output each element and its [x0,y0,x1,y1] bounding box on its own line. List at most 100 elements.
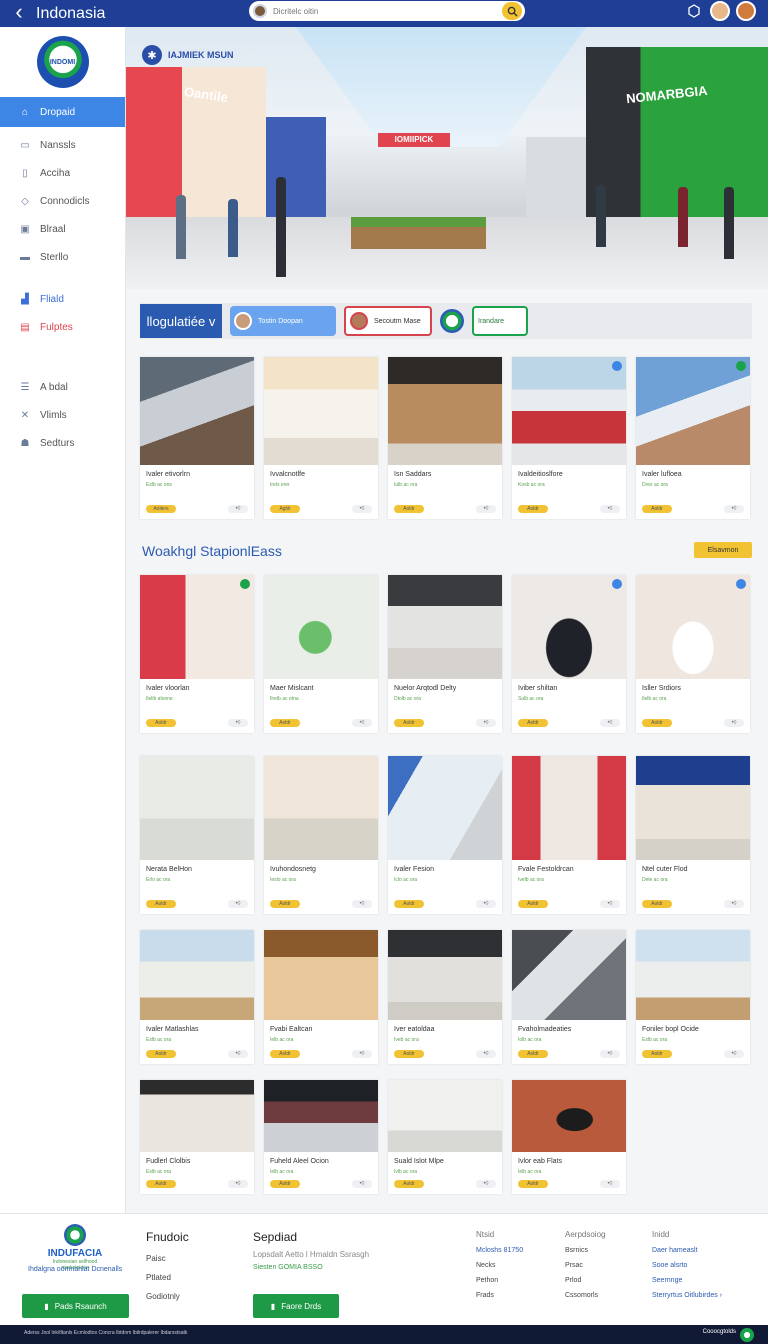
card-action-icon[interactable]: •◊ [352,900,372,908]
sidebar-item-label: Dropaid [40,106,76,118]
card-action-icon[interactable]: •◊ [600,900,620,908]
search-bar[interactable] [249,1,525,21]
card-action-icon[interactable]: •◊ [352,1050,372,1058]
store-card[interactable]: Fvaholmadeaties Iolb ac ora Aoldr •◊ [512,930,626,1064]
sidebar-item-fliald[interactable]: ▟ Fliald [0,285,125,313]
section-action-button[interactable]: Elsavmon [694,542,752,558]
sidebar-item-blraal[interactable]: ▣ Blraal [0,215,125,243]
store-card[interactable]: Fvabi Ealtcan Ielb ac ora Aoldr •◊ [264,930,378,1064]
card-action-icon[interactable]: •◊ [724,505,744,513]
brand-logo-chip[interactable] [440,309,464,333]
store-image [388,756,502,860]
store-card[interactable]: Fuheld Aleel Ocion Ielb ac ora Aoldr •◊ [264,1080,378,1194]
store-card[interactable]: Ivaler Fesion Iclo ac ora Aoldr •◊ [388,756,502,914]
footer-link[interactable]: Pethon [476,1277,523,1284]
store-card[interactable]: Ivaler vloorlan Ilelib aloone Aoldr •◊ [140,575,254,733]
filter-chip-red[interactable]: Secoutm Mase [344,306,432,336]
store-card[interactable]: Foniler bopl Ocide Eslb ac ora Aoldr •◊ [636,930,750,1064]
footer-link[interactable]: Godiotnly [146,1292,189,1301]
bottom-links[interactable]: Aderss Jool lnk/tltanls Ecmlodtos Concra… [24,1330,187,1336]
card-action-icon[interactable]: •◊ [352,719,372,727]
back-arrow-icon[interactable]: ‹ [8,0,30,27]
store-card[interactable]: Isn Saddars Iulb ac ora Aoldr •◊ [388,357,502,519]
card-action-icon[interactable]: •◊ [228,1180,248,1188]
search-icon[interactable] [502,2,522,20]
store-card[interactable]: Ivuhondosnetg Ieslo ac ora Aoldr •◊ [264,756,378,914]
card-action-icon[interactable]: •◊ [600,1180,620,1188]
store-card[interactable]: Fudlerl Clolbis Eslb ac ora Aoldr •◊ [140,1080,254,1194]
filter-chip-green[interactable]: Irandare [472,306,528,336]
footer-link[interactable]: Prsac [565,1262,605,1269]
footer-link[interactable]: Necks [476,1262,523,1269]
hero-banner[interactable]: IOMIIPICK Oantile NOMARBGIA ✱ IAJMIEK MS… [126,27,768,289]
sidebar-item-fulptes[interactable]: ▤ Fulptes [0,313,125,341]
card-action-icon[interactable]: •◊ [476,719,496,727]
footer-primary-button[interactable]: ▮ Pads Rsaunch [22,1294,129,1318]
sidebar-item-dropaid[interactable]: ⌂ Dropaid [0,97,125,127]
card-tag: Aoliers [146,505,176,513]
card-action-icon[interactable]: •◊ [600,719,620,727]
card-tag: Aoldr [642,900,672,908]
footer-link[interactable]: Cssomorls [565,1292,605,1299]
sidebar-item-vlimls[interactable]: ✕ Vlimls [0,401,125,429]
store-card[interactable]: Isller Srdiors Ilelb ac ora Aoldr •◊ [636,575,750,733]
store-card[interactable]: Iviber shiltan Sulb ac ora Aoldr •◊ [512,575,626,733]
card-action-icon[interactable]: •◊ [228,719,248,727]
settings-icon[interactable] [684,1,704,21]
category-dropdown[interactable]: llogulatiée v [140,304,222,338]
brand-logo-icon[interactable] [740,1328,754,1342]
card-action-icon[interactable]: •◊ [600,505,620,513]
card-title: Ivaler vloorlan [146,685,190,692]
card-action-icon[interactable]: •◊ [228,900,248,908]
footer-link[interactable]: Sooe alsrto [652,1262,722,1269]
card-action-icon[interactable]: •◊ [352,505,372,513]
card-tag: Aoldr [146,719,176,727]
footer-link[interactable]: Bsrnics [565,1247,605,1254]
card-action-icon[interactable]: •◊ [600,1050,620,1058]
search-input[interactable] [273,6,473,16]
profile-avatar[interactable] [736,1,756,21]
sidebar-item-nanssls[interactable]: ▭ Nanssls [0,131,125,159]
filter-chip-blue[interactable]: Tostin Doopan [230,306,336,336]
store-card[interactable]: Maer Mislcant Ilrelb ac otna Aoldr •◊ [264,575,378,733]
store-card[interactable]: Nerata BelHon Erlo ac ora Aoldr •◊ [140,756,254,914]
sidebar-item-sedturs[interactable]: ☗ Sedturs [0,429,125,457]
sidebar-item-connodicls[interactable]: ◇ Connodicls [0,187,125,215]
card-action-icon[interactable]: •◊ [724,719,744,727]
store-card[interactable]: Iver eatoldaa Iveb ac ora Aoldr •◊ [388,930,502,1064]
card-action-icon[interactable]: •◊ [228,505,248,513]
card-action-icon[interactable]: •◊ [476,505,496,513]
footer-link[interactable]: Mcloshs 81750 [476,1247,523,1254]
store-card[interactable]: Ivlor eab Flats Ielb ac ora Aoldr •◊ [512,1080,626,1194]
footer-link[interactable]: Frads [476,1292,523,1299]
brand-logo[interactable]: INDOMI [36,36,89,88]
sidebar-item-sterllo[interactable]: ▬ Sterllo [0,243,125,271]
footer-logo[interactable]: INDUFACIA Indonesian sellhood marketplac… [40,1224,110,1271]
footer-link[interactable]: Seernnge [652,1277,722,1284]
sidebar-item-abdal[interactable]: ☰ A bdal [0,373,125,401]
card-action-icon[interactable]: •◊ [476,1180,496,1188]
store-card[interactable]: Fvale Festoldrcan Ivelb ac ora Aoldr •◊ [512,756,626,914]
store-card[interactable]: Ntel cuter Flod Dele ac ora Aoldr •◊ [636,756,750,914]
footer-link[interactable]: Prlod [565,1277,605,1284]
card-action-icon[interactable]: •◊ [724,900,744,908]
store-card[interactable]: Ivaler lufloea Dres ac ora Aoldr •◊ [636,357,750,519]
footer-link[interactable]: Daer hameaslt [652,1247,722,1254]
card-action-icon[interactable]: •◊ [352,1180,372,1188]
sidebar-item-acciha[interactable]: ▯ Acciha [0,159,125,187]
avatar[interactable] [710,1,730,21]
card-action-icon[interactable]: •◊ [476,900,496,908]
store-card[interactable]: Nuelor Arqtodl Delty Dtolb ac ora Aoldr •◊ [388,575,502,733]
card-action-icon[interactable]: •◊ [228,1050,248,1058]
footer-link[interactable]: Paisc [146,1254,189,1263]
card-action-icon[interactable]: •◊ [476,1050,496,1058]
card-action-icon[interactable]: •◊ [724,1050,744,1058]
store-card[interactable]: Ivaldeitioslfore Kosb ac ora Aoldr •◊ [512,357,626,519]
footer-secondary-button[interactable]: ▮ Faore Drds [253,1294,339,1318]
footer-link[interactable]: Ptlated [146,1273,189,1282]
store-card[interactable]: Ivaler etivorlrn Eslb ac ons Aoliers •◊ [140,357,254,519]
footer-link[interactable]: Sterryrtus Oitlubirdes › [652,1292,722,1299]
store-card[interactable]: Ivvalcnotlfe Irels erer Aglilr •◊ [264,357,378,519]
store-card[interactable]: Suald Islot Mlpe Ivlb ac ora Aoldr •◊ [388,1080,502,1194]
store-card[interactable]: Ivaler Matlashlas Eslb ac ora Aoldr •◊ [140,930,254,1064]
